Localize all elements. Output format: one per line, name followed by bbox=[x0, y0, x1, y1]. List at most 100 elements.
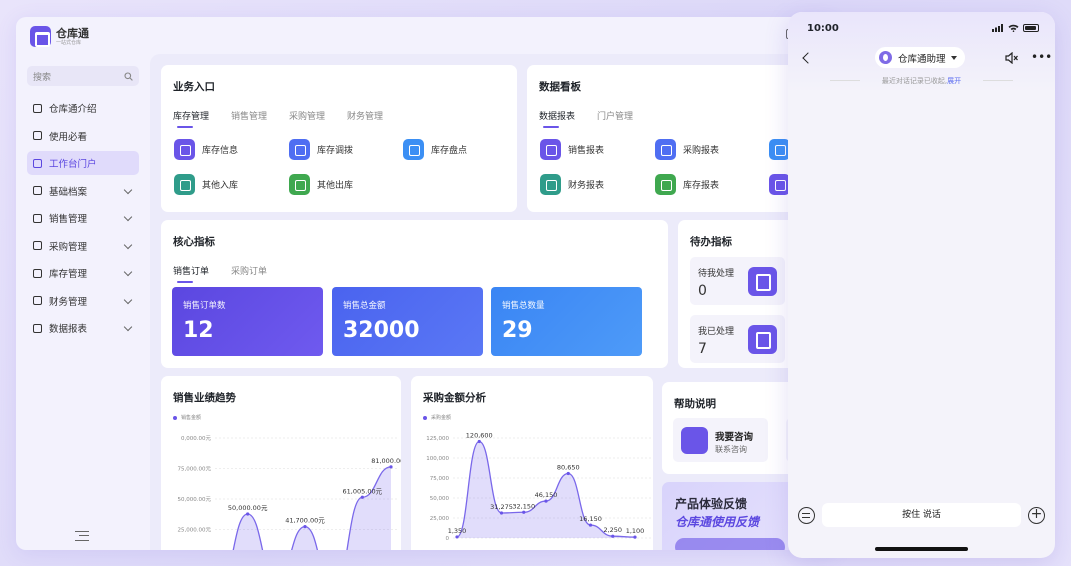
report-icon bbox=[769, 139, 790, 160]
sidebar-item-label: 数据报表 bbox=[49, 324, 88, 335]
kpi-label: 销售订单数 bbox=[183, 301, 226, 311]
hold-to-talk-button[interactable]: 按住 说话 bbox=[822, 503, 1021, 527]
todo-pending[interactable]: 待我处理 0 bbox=[690, 257, 785, 305]
sidebar-item-label: 仓库通介绍 bbox=[49, 104, 97, 115]
sidebar-item-sales[interactable]: 销售管理 bbox=[27, 206, 139, 230]
entry-purchase-report[interactable]: 采购报表 bbox=[655, 139, 719, 160]
tab-portal-management[interactable]: 门户管理 bbox=[597, 109, 633, 122]
data-label: 50,000.00元 bbox=[228, 504, 268, 512]
mute-icon[interactable] bbox=[1005, 52, 1018, 64]
data-point bbox=[477, 439, 481, 444]
entry-label: 库存报表 bbox=[683, 181, 720, 191]
data-label: 31,275 bbox=[490, 503, 513, 511]
feedback-subtitle: 仓库通使用反馈 bbox=[675, 515, 760, 529]
y-tick-label: 25,000 bbox=[430, 516, 450, 522]
tab-data-reports[interactable]: 数据报表 bbox=[539, 109, 575, 128]
chevron-down-icon bbox=[123, 240, 133, 249]
sales-trend-chart: 0,000.00元75,000.00元50,000.00元25,000.00元3… bbox=[178, 435, 401, 550]
y-tick-label: 50,000 bbox=[430, 496, 450, 502]
purchase-analysis-card: 采购金额分析 采购金额 125,000 100,000 75,000 50,000 25… bbox=[411, 376, 653, 550]
sidebar-item-inventory[interactable]: 库存管理 bbox=[27, 261, 139, 285]
assistant-name: 仓库通助理 bbox=[898, 53, 946, 65]
card-title: 帮助说明 bbox=[674, 398, 716, 410]
sales-report-icon bbox=[540, 139, 561, 160]
tab-sales-orders[interactable]: 销售订单 bbox=[173, 264, 209, 283]
y-tick-label: 0,000.00元 bbox=[181, 435, 211, 442]
sidebar-item-label: 基础档案 bbox=[49, 186, 88, 198]
status-time: 10:00 bbox=[807, 23, 839, 34]
core-tabs: 销售订单 采购订单 bbox=[173, 264, 289, 283]
tab-purchase[interactable]: 采购管理 bbox=[289, 109, 325, 122]
data-label: 1,100 bbox=[626, 527, 645, 535]
y-tick-label: 50,000.00元 bbox=[178, 496, 212, 503]
collapse-sidebar-icon[interactable] bbox=[75, 531, 89, 541]
entry-label: 库存盘点 bbox=[431, 146, 468, 156]
signal-icon bbox=[992, 24, 1003, 32]
tab-purchase-orders[interactable]: 采购订单 bbox=[231, 264, 267, 277]
sidebar-item-archive[interactable]: 基础档案 bbox=[27, 179, 139, 203]
sidebar-item-guide[interactable]: 使用必看 bbox=[27, 124, 139, 148]
entry-inventory-info[interactable]: 库存信息 bbox=[174, 139, 238, 160]
kpi-sales-total-amount[interactable]: 销售总金额 32000 bbox=[332, 287, 483, 356]
consult-subtitle: 联系咨询 bbox=[715, 445, 747, 454]
main-content: 业务入口 库存管理 销售管理 采购管理 财务管理 库存信息 库存调拨 库存盘点 … bbox=[150, 54, 836, 550]
grid-icon bbox=[33, 158, 42, 168]
kpi-sales-order-count[interactable]: 销售订单数 12 bbox=[172, 287, 323, 356]
plus-icon[interactable]: + bbox=[1028, 507, 1045, 524]
data-point bbox=[544, 499, 548, 503]
kpi-label: 销售总金额 bbox=[343, 301, 386, 311]
chevron-down-icon bbox=[123, 267, 133, 277]
sidebar-item-finance[interactable]: 财务管理 bbox=[27, 289, 139, 313]
data-label: 120,600 bbox=[466, 432, 493, 440]
entry-other-outbound[interactable]: 其他出库 bbox=[289, 174, 353, 195]
purchase-analysis-chart: 125,000 100,000 75,000 50,000 25,000 01,350 12… bbox=[426, 432, 651, 542]
data-label: 61,005.00元 bbox=[343, 487, 383, 495]
document-icon bbox=[33, 131, 42, 140]
data-point bbox=[455, 535, 459, 539]
consult-button[interactable]: 我要咨询 联系咨询 bbox=[673, 418, 768, 462]
app-name: 仓库通 bbox=[56, 26, 89, 40]
inventory-report-icon bbox=[655, 174, 676, 195]
entry-other-inbound[interactable]: 其他入库 bbox=[174, 174, 238, 195]
more-icon[interactable]: ••• bbox=[1031, 51, 1052, 63]
kpi-label: 销售总数量 bbox=[502, 301, 545, 311]
feedback-decoration bbox=[675, 538, 785, 550]
y-tick-label: 100,000 bbox=[426, 456, 449, 462]
sidebar-item-label: 财务管理 bbox=[49, 296, 88, 308]
sidebar-item-label: 库存管理 bbox=[49, 269, 88, 280]
entry-inventory-count[interactable]: 库存盘点 bbox=[403, 139, 467, 160]
sidebar-item-intro[interactable]: 仓库通介绍 bbox=[27, 96, 139, 120]
entry-inventory-transfer[interactable]: 库存调拨 bbox=[289, 139, 353, 160]
sidebar-item-reports[interactable]: 数据报表 bbox=[27, 316, 139, 340]
warehouse-logo-icon bbox=[30, 26, 51, 47]
sidebar-item-workbench[interactable]: 工作台门户 bbox=[27, 151, 139, 175]
assistant-avatar bbox=[879, 51, 892, 64]
kpi-sales-total-quantity[interactable]: 销售总数量 29 bbox=[491, 287, 642, 356]
chevron-down-icon bbox=[123, 212, 133, 222]
entry-label: 财务报表 bbox=[568, 181, 605, 191]
tab-finance[interactable]: 财务管理 bbox=[347, 109, 383, 122]
search-icon bbox=[124, 71, 133, 81]
y-tick-label: 75,000.00元 bbox=[178, 466, 212, 473]
tab-inventory[interactable]: 库存管理 bbox=[173, 109, 209, 128]
sidebar-item-purchase[interactable]: 采购管理 bbox=[27, 234, 139, 258]
expand-link[interactable]: 展开 bbox=[947, 77, 961, 85]
data-point bbox=[633, 535, 637, 539]
entry-sales-report[interactable]: 销售报表 bbox=[540, 139, 604, 160]
data-label: 2,250 bbox=[603, 526, 622, 534]
sidebar-item-label: 使用必看 bbox=[49, 131, 88, 143]
entry-inventory-report[interactable]: 库存报表 bbox=[655, 174, 719, 195]
kpi-value: 12 bbox=[183, 318, 214, 343]
entry-finance-report[interactable]: 财务报表 bbox=[540, 174, 604, 195]
assistant-selector[interactable]: 仓库通助理 bbox=[875, 47, 965, 68]
search-input[interactable]: 搜索 bbox=[27, 66, 139, 86]
todo-processed[interactable]: 我已处理 7 bbox=[690, 315, 785, 363]
core-metrics-card: 核心指标 销售订单 采购订单 销售订单数 12 销售总金额 32000 销售总数… bbox=[161, 220, 668, 368]
tab-sales[interactable]: 销售管理 bbox=[231, 109, 267, 122]
finance-icon bbox=[33, 296, 42, 305]
sidebar-item-label: 采购管理 bbox=[49, 241, 88, 253]
report-icon bbox=[33, 323, 42, 333]
wifi-icon bbox=[1008, 24, 1019, 32]
entry-label: 库存信息 bbox=[202, 146, 239, 156]
keyboard-icon[interactable] bbox=[798, 507, 815, 524]
